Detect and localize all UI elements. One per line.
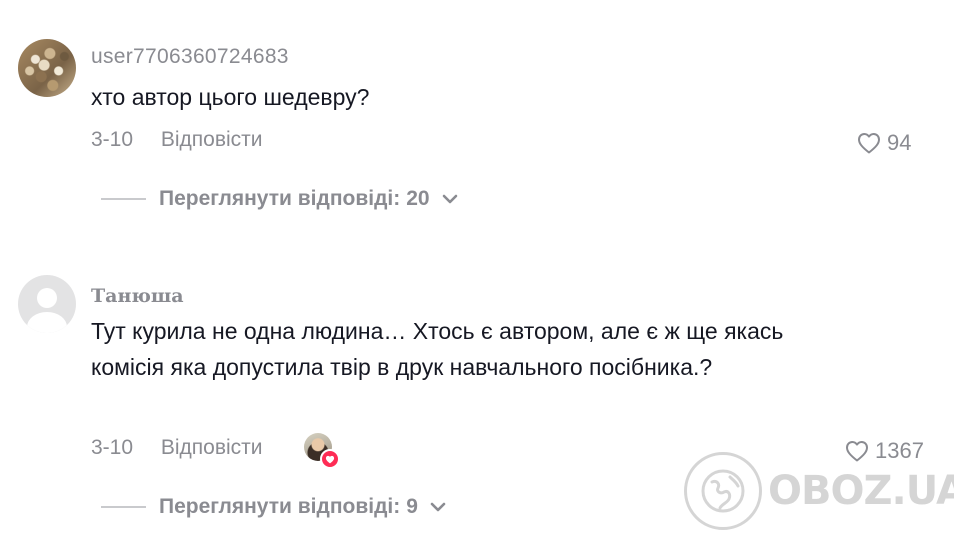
chevron-down-icon [418, 502, 446, 512]
view-replies-button[interactable]: Переглянути відповіді: 9 [101, 495, 446, 519]
watermark-text: OBOZ.UA [768, 468, 954, 514]
watermark-globe-icon [684, 452, 762, 530]
avatar-body-shape [27, 312, 67, 333]
view-replies-label: Переглянути відповіді: [159, 495, 401, 518]
comment-text: хто автор цього шедевру? [91, 84, 370, 110]
comment-date: 3-10 [91, 128, 134, 151]
replies-divider [101, 198, 146, 200]
view-replies-count: 9 [406, 495, 418, 518]
avatar[interactable] [18, 39, 76, 97]
chevron-down-icon [430, 194, 458, 204]
comment-username[interactable]: Танюша [91, 285, 184, 307]
comment-meta: 3-10 Відповісти [91, 128, 263, 152]
heart-filled-icon [320, 449, 340, 469]
replies-divider [101, 506, 146, 508]
reply-button[interactable]: Відповісти [161, 436, 263, 460]
view-replies-count: 20 [406, 187, 430, 210]
avatar-head-shape [37, 288, 57, 308]
like-count: 94 [887, 130, 912, 155]
comment-username[interactable]: user7706360724683 [91, 45, 289, 69]
like-button[interactable]: 94 [857, 130, 911, 156]
avatar[interactable] [18, 275, 76, 333]
comment-meta: 3-10 Відповісти [91, 436, 263, 460]
view-replies-button[interactable]: Переглянути відповіді: 20 [101, 187, 458, 211]
reply-button[interactable]: Відповісти [161, 128, 263, 152]
watermark: OBOZ.UA [684, 452, 954, 530]
heart-outline-icon [857, 132, 881, 154]
comment-text: Тут курила не одна людина… Хтось є автор… [91, 318, 784, 380]
view-replies-label: Переглянути відповіді: [159, 187, 401, 210]
comment-date: 3-10 [91, 436, 134, 459]
